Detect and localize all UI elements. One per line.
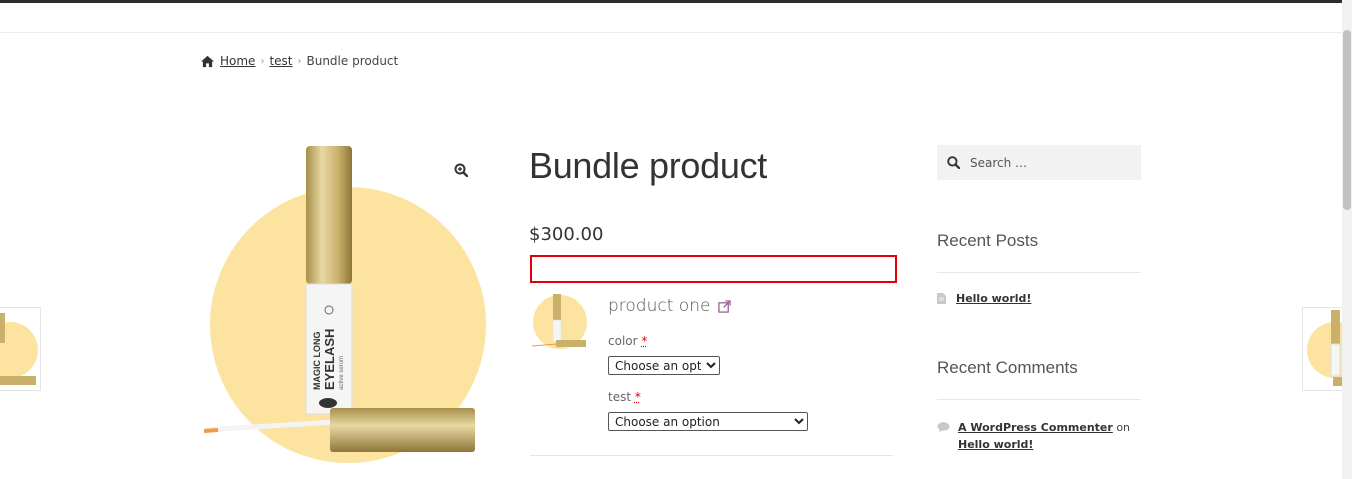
recent-post-link[interactable]: Hello world! <box>956 292 1031 305</box>
recent-comment-item: A WordPress Commenter on Hello world! <box>937 419 1142 453</box>
widget-divider <box>937 272 1141 273</box>
svg-text:MAGIC LONG: MAGIC LONG <box>312 332 322 391</box>
comment-author-link[interactable]: A WordPress Commenter <box>958 421 1113 434</box>
zoom-in-icon <box>454 163 468 177</box>
highlighted-empty-region <box>530 255 897 283</box>
breadcrumb-home-link[interactable]: Home <box>220 54 255 68</box>
page-scrollbar[interactable] <box>1342 0 1352 479</box>
external-link-icon[interactable] <box>718 299 732 313</box>
recent-comment-text: A WordPress Commenter on Hello world! <box>958 419 1142 453</box>
test-field-label: test * <box>608 390 641 404</box>
comment-post-link[interactable]: Hello world! <box>958 438 1033 451</box>
widget-divider <box>937 399 1141 400</box>
recent-post-item: Hello world! <box>937 292 1031 305</box>
document-icon <box>937 293 946 304</box>
product-main-image[interactable]: MAGIC LONG EYELASH active serum <box>200 140 490 470</box>
comment-icon <box>937 422 950 433</box>
search-icon <box>947 156 960 169</box>
bundle-item-name: product one <box>608 296 711 316</box>
bundle-item-thumbnail[interactable] <box>530 292 588 350</box>
next-product-thumbnail[interactable] <box>1302 307 1343 391</box>
breadcrumb-current: Bundle product <box>306 54 399 68</box>
comment-connector: on <box>1116 421 1131 434</box>
zoom-button[interactable] <box>448 157 474 183</box>
color-select[interactable]: Choose an option <box>608 356 720 375</box>
svg-text:EYELASH: EYELASH <box>322 329 337 390</box>
test-select[interactable]: Choose an option <box>608 412 808 431</box>
test-label-text: test <box>608 390 632 404</box>
breadcrumb-category-link[interactable]: test <box>269 54 292 68</box>
color-field-label: color * <box>608 334 647 348</box>
search-form <box>937 145 1141 180</box>
search-input[interactable] <box>968 154 1128 171</box>
home-icon <box>201 55 214 67</box>
bundle-divider <box>530 455 893 456</box>
breadcrumb-separator-icon: › <box>297 55 302 67</box>
bundle-item-name-row: product one <box>608 296 732 316</box>
scrollbar-thumb[interactable] <box>1343 30 1351 210</box>
product-title: Bundle product <box>529 145 767 186</box>
breadcrumb: Home › test › Bundle product <box>200 54 398 68</box>
product-price: $300.00 <box>529 224 604 245</box>
previous-product-thumbnail[interactable] <box>0 307 41 391</box>
color-label-text: color <box>608 334 638 348</box>
breadcrumb-separator-icon: › <box>260 55 265 67</box>
svg-text:active serum: active serum <box>339 356 345 390</box>
required-mark: * <box>634 390 641 404</box>
top-header-bar <box>0 0 1342 3</box>
required-mark: * <box>641 334 648 348</box>
header-divider <box>0 32 1342 33</box>
recent-comments-title: Recent Comments <box>937 358 1078 377</box>
recent-posts-title: Recent Posts <box>937 231 1039 250</box>
